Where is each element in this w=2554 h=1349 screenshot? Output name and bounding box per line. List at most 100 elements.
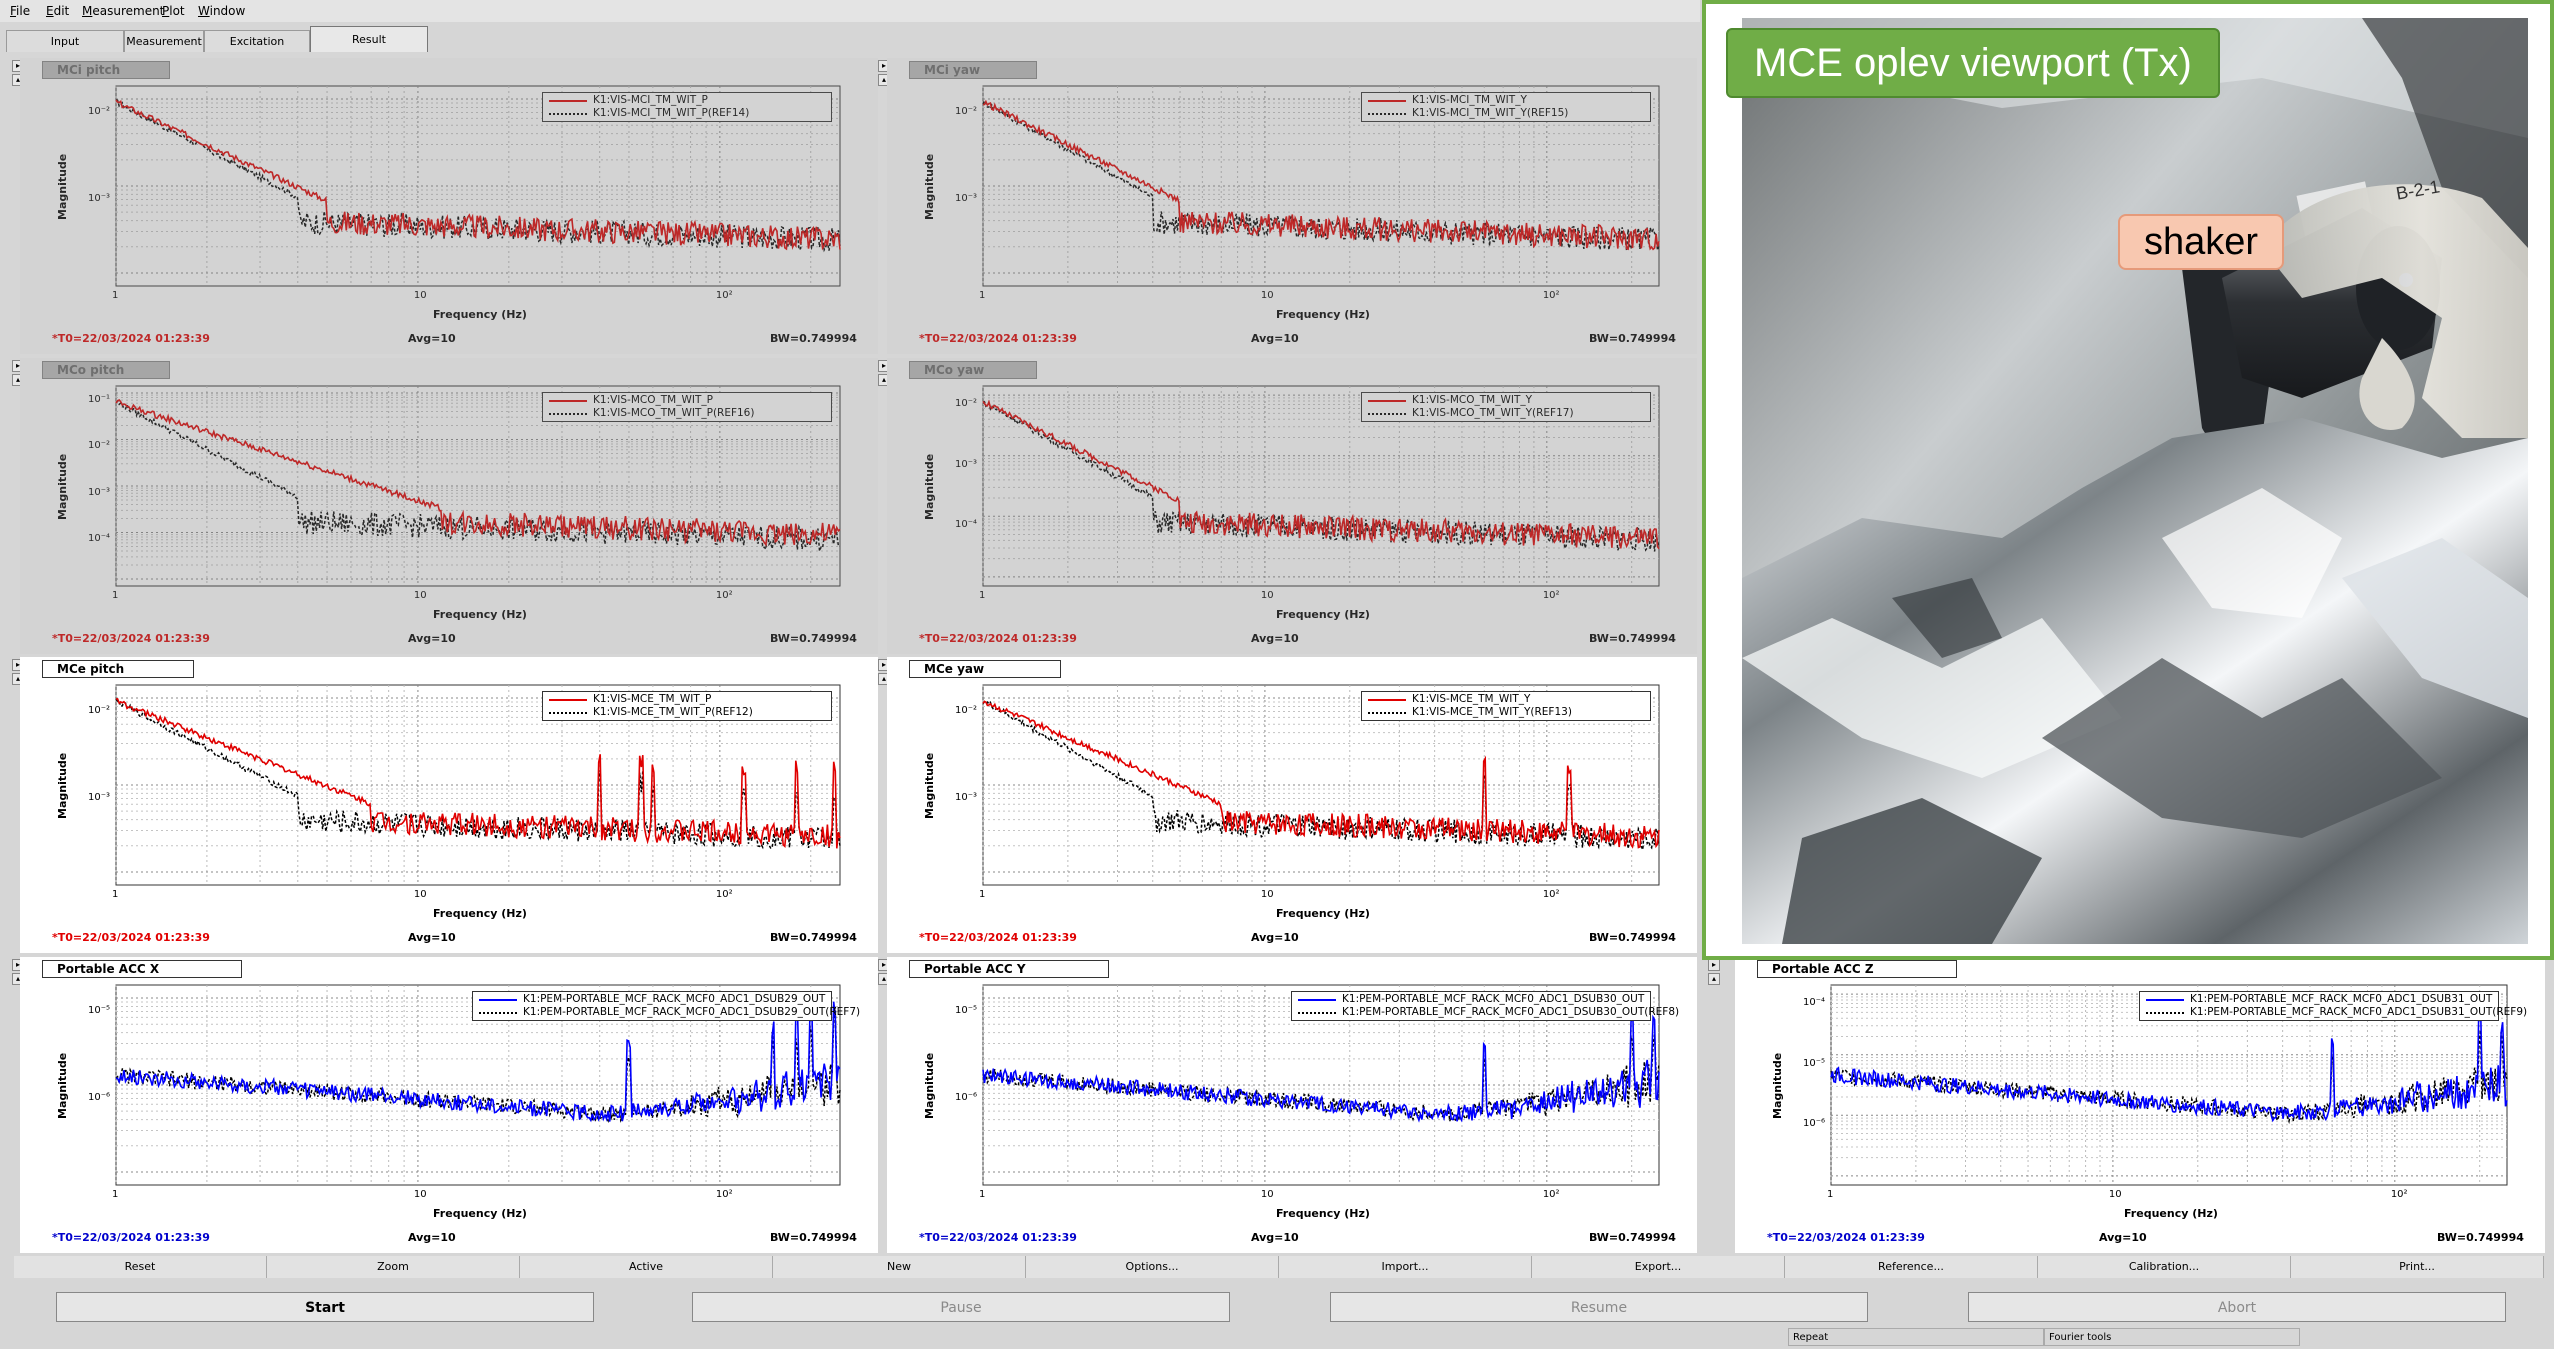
menu-window[interactable]: Window — [198, 4, 245, 18]
y-tick-label: 10⁻¹ — [88, 393, 111, 405]
menu-bar: File Edit Measurement Plot Window — [0, 0, 1700, 22]
x-tick-label: 1 — [112, 590, 119, 601]
calibration-button[interactable]: Calibration... — [2038, 1256, 2291, 1278]
plot-panel-mco-yaw[interactable]: MCo yaw 10⁻² 10⁻³ 10⁻⁴ 1 10 10² Frequency (Hz) M… — [887, 358, 1697, 654]
menu-edit[interactable]: Edit — [46, 4, 69, 18]
x-tick-label: 1 — [1827, 1189, 1834, 1200]
y-tick-label: 10⁻⁶ — [88, 1092, 111, 1104]
legend-entry-live: K1:VIS-MCO_TM_WIT_Y — [1366, 394, 1646, 407]
tab-measurement[interactable]: Measurement — [124, 30, 204, 52]
options-button[interactable]: Options... — [1026, 1256, 1279, 1278]
y-tick-label: 10⁻⁶ — [1803, 1118, 1826, 1130]
average-count: Avg=10 — [408, 632, 456, 645]
legend: K1:VIS-MCE_TM_WIT_P K1:VIS-MCE_TM_WIT_P(R… — [542, 691, 832, 721]
plot-panel-mco-pitch[interactable]: MCo pitch 10⁻¹ 10⁻² 10⁻³ 10⁻⁴ 1 10 10² Frequency… — [20, 358, 878, 654]
x-axis-label: Frequency (Hz) — [2124, 1207, 2218, 1220]
legend-entry-live: K1:VIS-MCI_TM_WIT_Y — [1366, 94, 1646, 107]
menu-plot[interactable]: Plot — [162, 4, 185, 18]
start-button[interactable]: Start — [56, 1292, 594, 1322]
import-button[interactable]: Import... — [1279, 1256, 1532, 1278]
legend-entry-live: K1:VIS-MCI_TM_WIT_P — [547, 94, 827, 107]
y-tick-label: 10⁻³ — [88, 792, 111, 804]
expand-arrow-icon[interactable]: ▸ — [1708, 959, 1720, 971]
pause-button[interactable]: Pause — [692, 1292, 1230, 1322]
legend: K1:VIS-MCO_TM_WIT_Y K1:VIS-MCO_TM_WIT_Y(R… — [1361, 392, 1651, 422]
y-tick-label: 10⁻² — [955, 705, 978, 717]
t0-timestamp: *T0=22/03/2024 01:23:39 — [919, 632, 1077, 645]
t0-timestamp: *T0=22/03/2024 01:23:39 — [52, 632, 210, 645]
x-tick-label: 10 — [2108, 1189, 2122, 1200]
plot-panel-mci-yaw[interactable]: MCi yaw 10⁻² 10⁻³ 1 10 10² Frequency (Hz) Magni… — [887, 58, 1697, 354]
reference-button[interactable]: Reference... — [1785, 1256, 2038, 1278]
x-tick-label: 1 — [979, 1189, 986, 1200]
plot-panel-mce-yaw[interactable]: MCe yaw 10⁻² 10⁻³ 1 10 10² Frequency (Hz) Magni… — [887, 657, 1697, 953]
y-tick-label: 10⁻² — [88, 705, 111, 717]
new-button[interactable]: New — [773, 1256, 1026, 1278]
y-axis-label: Magnitude — [56, 153, 69, 220]
tab-excitation[interactable]: Excitation — [204, 30, 310, 52]
zoom-button[interactable]: Zoom — [267, 1256, 520, 1278]
legend: K1:VIS-MCO_TM_WIT_P K1:VIS-MCO_TM_WIT_P(R… — [542, 392, 832, 422]
bandwidth: BW=0.749994 — [1589, 332, 1676, 345]
x-axis-label: Frequency (Hz) — [433, 608, 527, 621]
export-button[interactable]: Export... — [1532, 1256, 1785, 1278]
status-fourier-tools: Fourier tools — [2044, 1328, 2300, 1346]
x-tick-label: 10 — [413, 290, 427, 301]
active-button[interactable]: Active — [520, 1256, 773, 1278]
diaggui-window: File Edit Measurement Plot Window Input … — [0, 0, 2554, 1349]
plot-panel-portable-acc-x[interactable]: Portable ACC X 10⁻⁵ 10⁻⁶ 1 10 10² Frequency (H… — [20, 957, 878, 1253]
abort-button[interactable]: Abort — [1968, 1292, 2506, 1322]
status-bar: Repeat Fourier tools — [0, 1326, 2554, 1349]
plot-panel-portable-acc-y[interactable]: Portable ACC Y 10⁻⁵ 10⁻⁶ 1 10 10² Frequency (H… — [887, 957, 1697, 1253]
collapse-arrow-icon[interactable]: ▴ — [1708, 973, 1720, 985]
x-tick-label: 1 — [112, 1189, 119, 1200]
x-tick-label: 10 — [1260, 889, 1274, 900]
resume-button[interactable]: Resume — [1330, 1292, 1868, 1322]
bandwidth: BW=0.749994 — [1589, 1231, 1676, 1244]
y-axis-label: Magnitude — [56, 1052, 69, 1119]
average-count: Avg=10 — [408, 1231, 456, 1244]
x-tick-label: 10 — [1260, 290, 1274, 301]
t0-timestamp: *T0=22/03/2024 01:23:39 — [52, 931, 210, 944]
legend-entry-live: K1:VIS-MCE_TM_WIT_Y — [1366, 693, 1646, 706]
y-tick-label: 10⁻² — [88, 440, 111, 452]
plot-panel-mci-pitch[interactable]: MCi pitch 10⁻² 10⁻³ 1 10 10² Frequency (Hz) Mag… — [20, 58, 878, 354]
legend-entry-reference: K1:VIS-MCE_TM_WIT_P(REF12) — [547, 706, 827, 719]
tab-result[interactable]: Result — [310, 26, 428, 52]
legend-entry-live: K1:PEM-PORTABLE_MCF_RACK_MCF0_ADC1_DSUB3… — [2144, 993, 2494, 1006]
legend-entry-reference: K1:VIS-MCO_TM_WIT_P(REF16) — [547, 407, 827, 420]
t0-timestamp: *T0=22/03/2024 01:23:39 — [919, 332, 1077, 345]
t0-timestamp: *T0=22/03/2024 01:23:39 — [52, 1231, 210, 1244]
print-button[interactable]: Print... — [2291, 1256, 2544, 1278]
x-tick-label: 10² — [715, 1189, 733, 1200]
menu-measurement[interactable]: Measurement — [82, 4, 164, 18]
plot-toolbar: Reset Zoom Active New Options... Import... Exp… — [14, 1256, 2544, 1278]
plot-panel-mce-pitch[interactable]: MCe pitch 10⁻² 10⁻³ 1 10 10² Frequency (Hz) Mag… — [20, 657, 878, 953]
legend-entry-live: K1:PEM-PORTABLE_MCF_RACK_MCF0_ADC1_DSUB3… — [1296, 993, 1646, 1006]
y-tick-label: 10⁻³ — [88, 486, 111, 498]
y-tick-label: 10⁻³ — [955, 792, 978, 804]
x-axis-label: Frequency (Hz) — [433, 1207, 527, 1220]
tab-input[interactable]: Input — [6, 30, 124, 52]
x-axis-label: Frequency (Hz) — [1276, 308, 1370, 321]
reset-button[interactable]: Reset — [14, 1256, 267, 1278]
legend: K1:PEM-PORTABLE_MCF_RACK_MCF0_ADC1_DSUB3… — [1291, 991, 1679, 1021]
viewport-photo: B-2-1 — [1742, 18, 2528, 944]
average-count: Avg=10 — [408, 332, 456, 345]
x-tick-label: 1 — [112, 889, 119, 900]
y-tick-label: 10⁻⁵ — [955, 1005, 978, 1017]
x-axis-label: Frequency (Hz) — [1276, 907, 1370, 920]
measurement-controls: Start Pause Resume Abort — [0, 1292, 2554, 1322]
plot-panel-portable-acc-z[interactable]: Portable ACC Z 10⁻⁴ 10⁻⁵ 10⁻⁶ 1 10 10² Frequenc… — [1735, 957, 2545, 1253]
x-axis-label: Frequency (Hz) — [1276, 1207, 1370, 1220]
y-tick-label: 10⁻³ — [955, 193, 978, 205]
x-tick-label: 10 — [413, 1189, 427, 1200]
x-tick-label: 1 — [979, 889, 986, 900]
x-axis-label: Frequency (Hz) — [1276, 608, 1370, 621]
menu-file[interactable]: File — [10, 4, 30, 18]
viewport-photo-drawing — [1742, 18, 2528, 944]
bandwidth: BW=0.749994 — [1589, 632, 1676, 645]
x-tick-label: 10 — [413, 590, 427, 601]
x-tick-label: 10 — [413, 889, 427, 900]
x-axis-label: Frequency (Hz) — [433, 308, 527, 321]
